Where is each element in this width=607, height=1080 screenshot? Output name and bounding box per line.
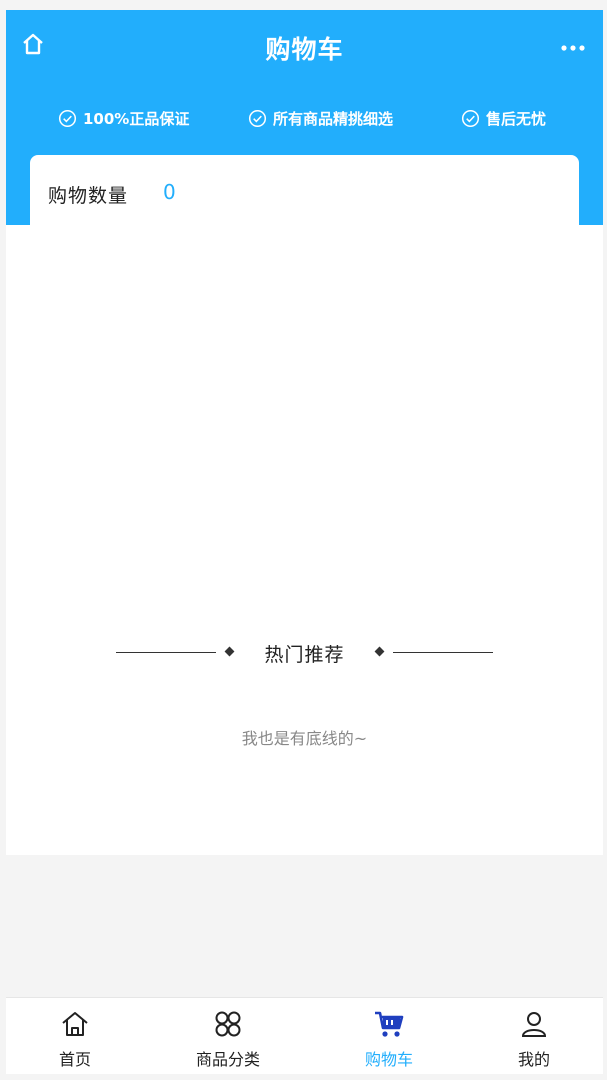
check-circle-icon (58, 109, 77, 128)
guarantee-item: 所有商品精挑细选 (248, 108, 393, 129)
page-title: 购物车 (265, 35, 344, 64)
tab-label: 商品分类 (195, 1050, 260, 1069)
tab-label: 首页 (58, 1050, 91, 1069)
recommend-title: 热门推荐 (264, 644, 345, 666)
cart-icon (373, 1008, 405, 1040)
divider-line-right (393, 652, 493, 653)
check-circle-icon (461, 109, 480, 128)
tab-home[interactable]: 首页 (15, 998, 135, 1075)
guarantee-label: 100%正品保证 (83, 110, 190, 128)
cart-count-card: 购物数量 0 (30, 155, 579, 227)
guarantee-bar: 100%正品保证 所有商品精挑细选 售后无忧 (6, 108, 603, 132)
end-of-list-text: 我也是有底线的~ (241, 729, 368, 748)
category-grid-icon (212, 1008, 244, 1040)
tab-label: 我的 (517, 1050, 550, 1069)
cart-count-value: 0 (163, 180, 176, 204)
tab-category[interactable]: 商品分类 (168, 998, 288, 1075)
check-circle-icon (248, 109, 267, 128)
tab-mine[interactable]: 我的 (474, 998, 594, 1075)
recommend-divider: 热门推荐 (6, 640, 603, 666)
guarantee-item: 售后无忧 (461, 108, 546, 129)
guarantee-label: 所有商品精挑细选 (273, 110, 394, 128)
header: 购物车 100%正品保证 所有商品精挑细选 售后无忧 购物数量 0 (6, 10, 603, 227)
user-icon (518, 1008, 550, 1040)
tab-label: 购物车 (364, 1050, 413, 1069)
bottom-tabbar: 首页 商品分类 购物车 我的 (6, 997, 603, 1074)
more-button[interactable] (559, 38, 587, 54)
home-icon (59, 1008, 91, 1040)
tab-cart[interactable]: 购物车 (329, 998, 449, 1075)
more-dots-icon (560, 37, 586, 56)
guarantee-label: 售后无忧 (486, 110, 547, 128)
cart-count-label: 购物数量 (48, 185, 129, 207)
cart-page: 购物车 100%正品保证 所有商品精挑细选 售后无忧 购物数量 0 热门推荐 我… (6, 10, 603, 855)
guarantee-item: 100%正品保证 (58, 108, 189, 129)
